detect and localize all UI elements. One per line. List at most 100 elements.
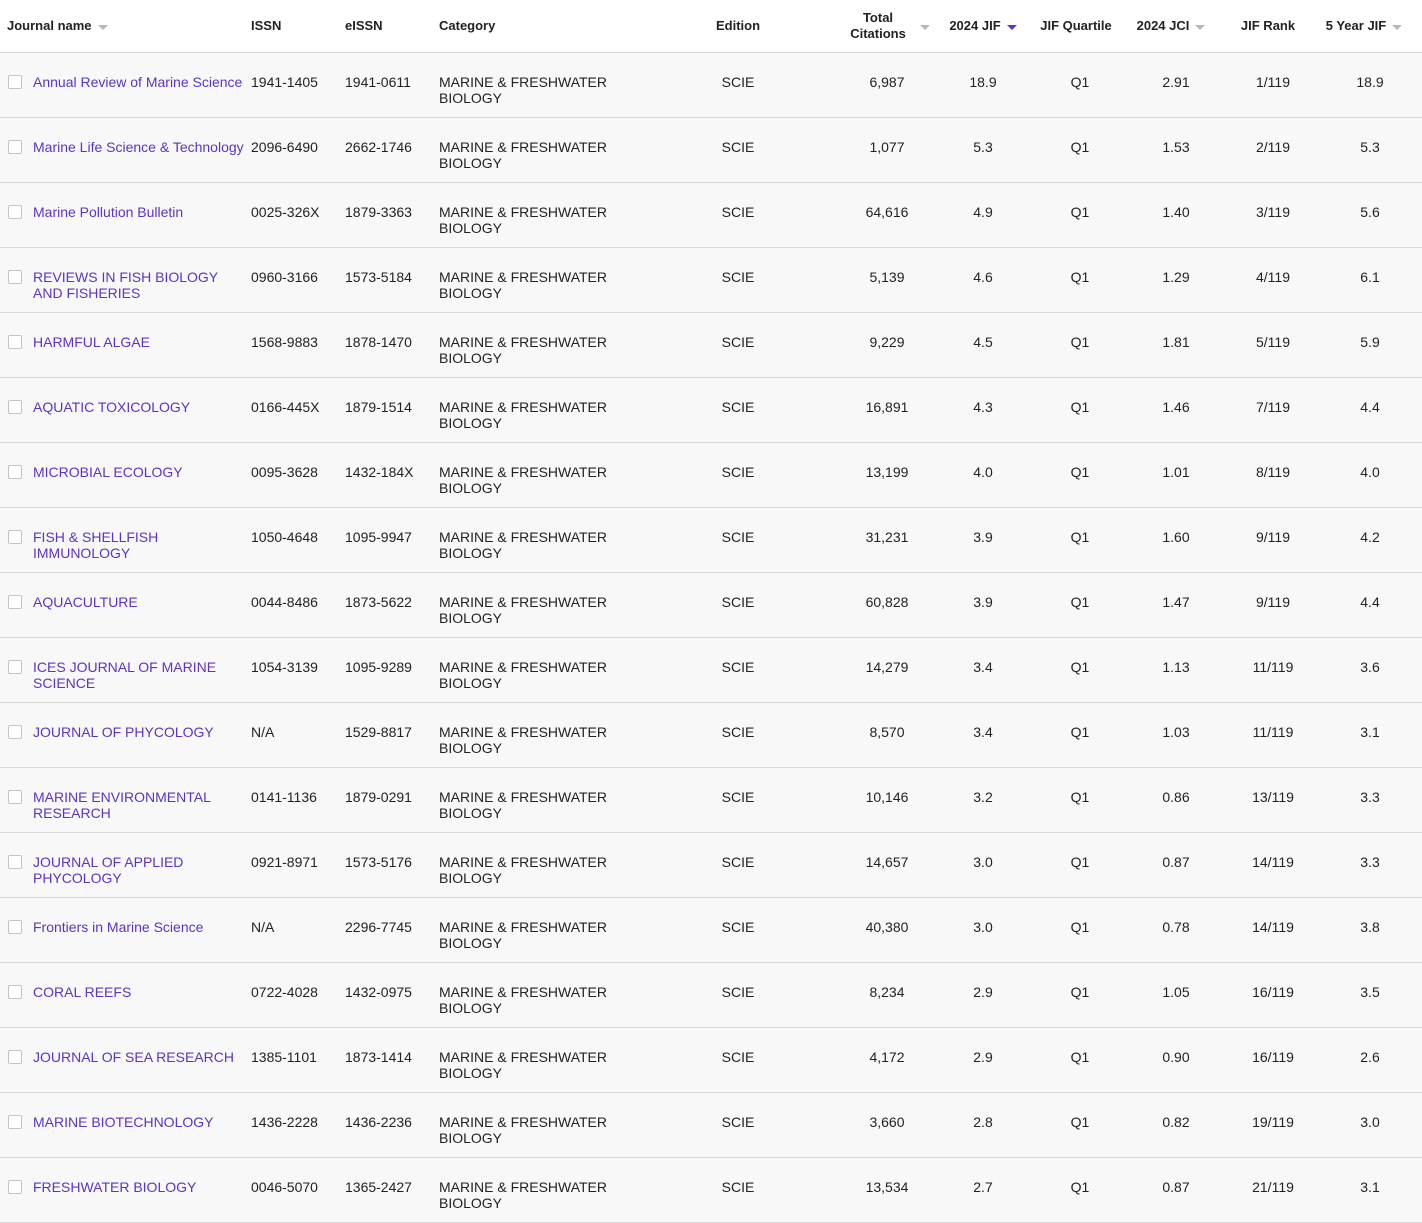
edition-cell: SCIE [721,74,755,90]
journal-link[interactable]: CORAL REEFS [33,984,131,1000]
table-row: MARINE BIOTECHNOLOGY 1436-2228 1436-2236… [0,1093,1422,1158]
issn-cell: 0141-1136 [251,789,317,805]
row-checkbox[interactable] [8,1050,22,1064]
row-checkbox[interactable] [8,725,22,739]
journal-link[interactable]: FRESHWATER BIOLOGY [33,1179,196,1195]
journal-name-cell: AQUATIC TOXICOLOGY [33,399,249,415]
category-cell: MARINE & FRESHWATER BIOLOGY [439,854,639,886]
category-cell: MARINE & FRESHWATER BIOLOGY [439,984,639,1016]
eissn-cell: 1879-3363 [345,204,412,220]
column-header-jif[interactable]: 2024 JIF [940,0,1026,52]
category-line: MARINE & FRESHWATER [439,139,608,155]
category-line: BIOLOGY [439,350,503,366]
journal-link[interactable]: HARMFUL ALGAE [33,334,150,350]
category-line: BIOLOGY [439,1195,503,1211]
five-year-jif-cell: 3.1 [1360,724,1380,740]
row-checkbox[interactable] [8,75,22,89]
journal-link[interactable]: JOURNAL OF SEA RESEARCH [33,1049,234,1065]
total-citations-cell: 5,139 [869,269,905,285]
total-citations-cell: 4,172 [869,1049,905,1065]
journal-link[interactable]: MICROBIAL ECOLOGY [33,464,183,480]
row-checkbox[interactable] [8,1115,22,1129]
issn-cell: 1941-1405 [251,74,318,90]
issn-cell: 1568-9883 [251,334,318,350]
category-line: MARINE & FRESHWATER [439,1179,608,1195]
row-checkbox[interactable] [8,205,22,219]
jif-quartile-cell: Q1 [1070,204,1090,220]
total-citations-cell: 8,570 [869,724,905,740]
jif-rank-cell: 19/119 [1252,1114,1294,1130]
jif-quartile-cell: Q1 [1070,1114,1090,1130]
edition-cell: SCIE [721,789,755,805]
edition-cell: SCIE [721,1049,755,1065]
category-line: MARINE & FRESHWATER [439,659,608,675]
row-checkbox[interactable] [8,140,22,154]
total-citations-cell: 10,146 [865,789,909,805]
jif-quartile-cell: Q1 [1070,594,1090,610]
journal-link[interactable]: JOURNAL OF PHYCOLOGY [33,724,214,740]
table-row: HARMFUL ALGAE 1568-9883 1878-1470 MARINE… [0,313,1422,378]
journal-link[interactable]: FISH & SHELLFISH IMMUNOLOGY [33,529,158,561]
column-header-jci[interactable]: 2024 JCI [1126,0,1216,52]
sort-caret-active-icon[interactable] [1006,24,1017,30]
table-row: Frontiers in Marine Science N/A 2296-774… [0,898,1422,963]
journal-link[interactable]: Marine Life Science & Technology [33,139,244,155]
sort-caret-icon[interactable] [919,24,930,30]
journal-link[interactable]: AQUACULTURE [33,594,138,610]
edition-cell: SCIE [721,334,755,350]
category-line: MARINE & FRESHWATER [439,919,608,935]
row-checkbox[interactable] [8,985,22,999]
jif-cell: 2.8 [973,1114,993,1130]
category-line: MARINE & FRESHWATER [439,529,608,545]
issn-cell: 0095-3628 [251,464,318,480]
table-row: ICES JOURNAL OF MARINE SCIENCE 1054-3139… [0,638,1422,703]
row-checkbox[interactable] [8,790,22,804]
column-header-journal-name[interactable]: Journal name [7,0,137,52]
journal-link[interactable]: ICES JOURNAL OF MARINE SCIENCE [33,659,216,691]
five-year-jif-cell: 4.0 [1360,464,1380,480]
journal-link[interactable]: AQUATIC TOXICOLOGY [33,399,190,415]
category-cell: MARINE & FRESHWATER BIOLOGY [439,919,639,951]
column-header-five-year-jif[interactable]: 5 Year JIF [1314,0,1414,52]
journal-link[interactable]: Marine Pollution Bulletin [33,204,183,220]
jif-rank-cell: 14/119 [1252,854,1294,870]
journal-link[interactable]: MARINE BIOTECHNOLOGY [33,1114,213,1130]
sort-caret-icon[interactable] [97,24,108,30]
row-checkbox[interactable] [8,660,22,674]
row-checkbox[interactable] [8,465,22,479]
category-cell: MARINE & FRESHWATER BIOLOGY [439,1114,639,1146]
issn-cell: 1050-4648 [251,529,318,545]
category-cell: MARINE & FRESHWATER BIOLOGY [439,334,639,366]
table-row: Marine Life Science & Technology 2096-64… [0,118,1422,183]
journal-link[interactable]: REVIEWS IN FISH BIOLOGY AND FISHERIES [33,269,218,301]
eissn-cell: 1573-5184 [345,269,412,285]
row-checkbox[interactable] [8,920,22,934]
sort-caret-icon[interactable] [1392,24,1403,30]
row-checkbox[interactable] [8,1180,22,1194]
column-header-total-citations[interactable]: Total Citations [840,0,940,52]
category-cell: MARINE & FRESHWATER BIOLOGY [439,1049,639,1081]
row-checkbox[interactable] [8,530,22,544]
sort-caret-icon[interactable] [1195,24,1206,30]
category-cell: MARINE & FRESHWATER BIOLOGY [439,74,639,106]
row-checkbox[interactable] [8,595,22,609]
table-row: FISH & SHELLFISH IMMUNOLOGY 1050-4648 10… [0,508,1422,573]
eissn-cell: 1432-0975 [345,984,412,1000]
jif-quartile-cell: Q1 [1070,984,1090,1000]
journal-link[interactable]: Annual Review of Marine Science [33,74,242,90]
row-checkbox[interactable] [8,270,22,284]
table-row: FRESHWATER BIOLOGY 0046-5070 1365-2427 M… [0,1158,1422,1223]
jif-rank-cell: 4/119 [1256,269,1290,285]
journal-link[interactable]: MARINE ENVIRONMENTAL RESEARCH [33,789,210,821]
jci-cell: 2.91 [1162,74,1190,90]
total-citations-cell: 31,231 [865,529,909,545]
jci-cell: 1.81 [1162,334,1190,350]
row-checkbox[interactable] [8,400,22,414]
jif-rank-cell: 7/119 [1256,399,1290,415]
jif-rank-cell: 8/119 [1256,464,1290,480]
jif-cell: 5.3 [973,139,993,155]
journal-link[interactable]: Frontiers in Marine Science [33,919,203,935]
journal-link[interactable]: JOURNAL OF APPLIED PHYCOLOGY [33,854,183,886]
row-checkbox[interactable] [8,855,22,869]
row-checkbox[interactable] [8,335,22,349]
